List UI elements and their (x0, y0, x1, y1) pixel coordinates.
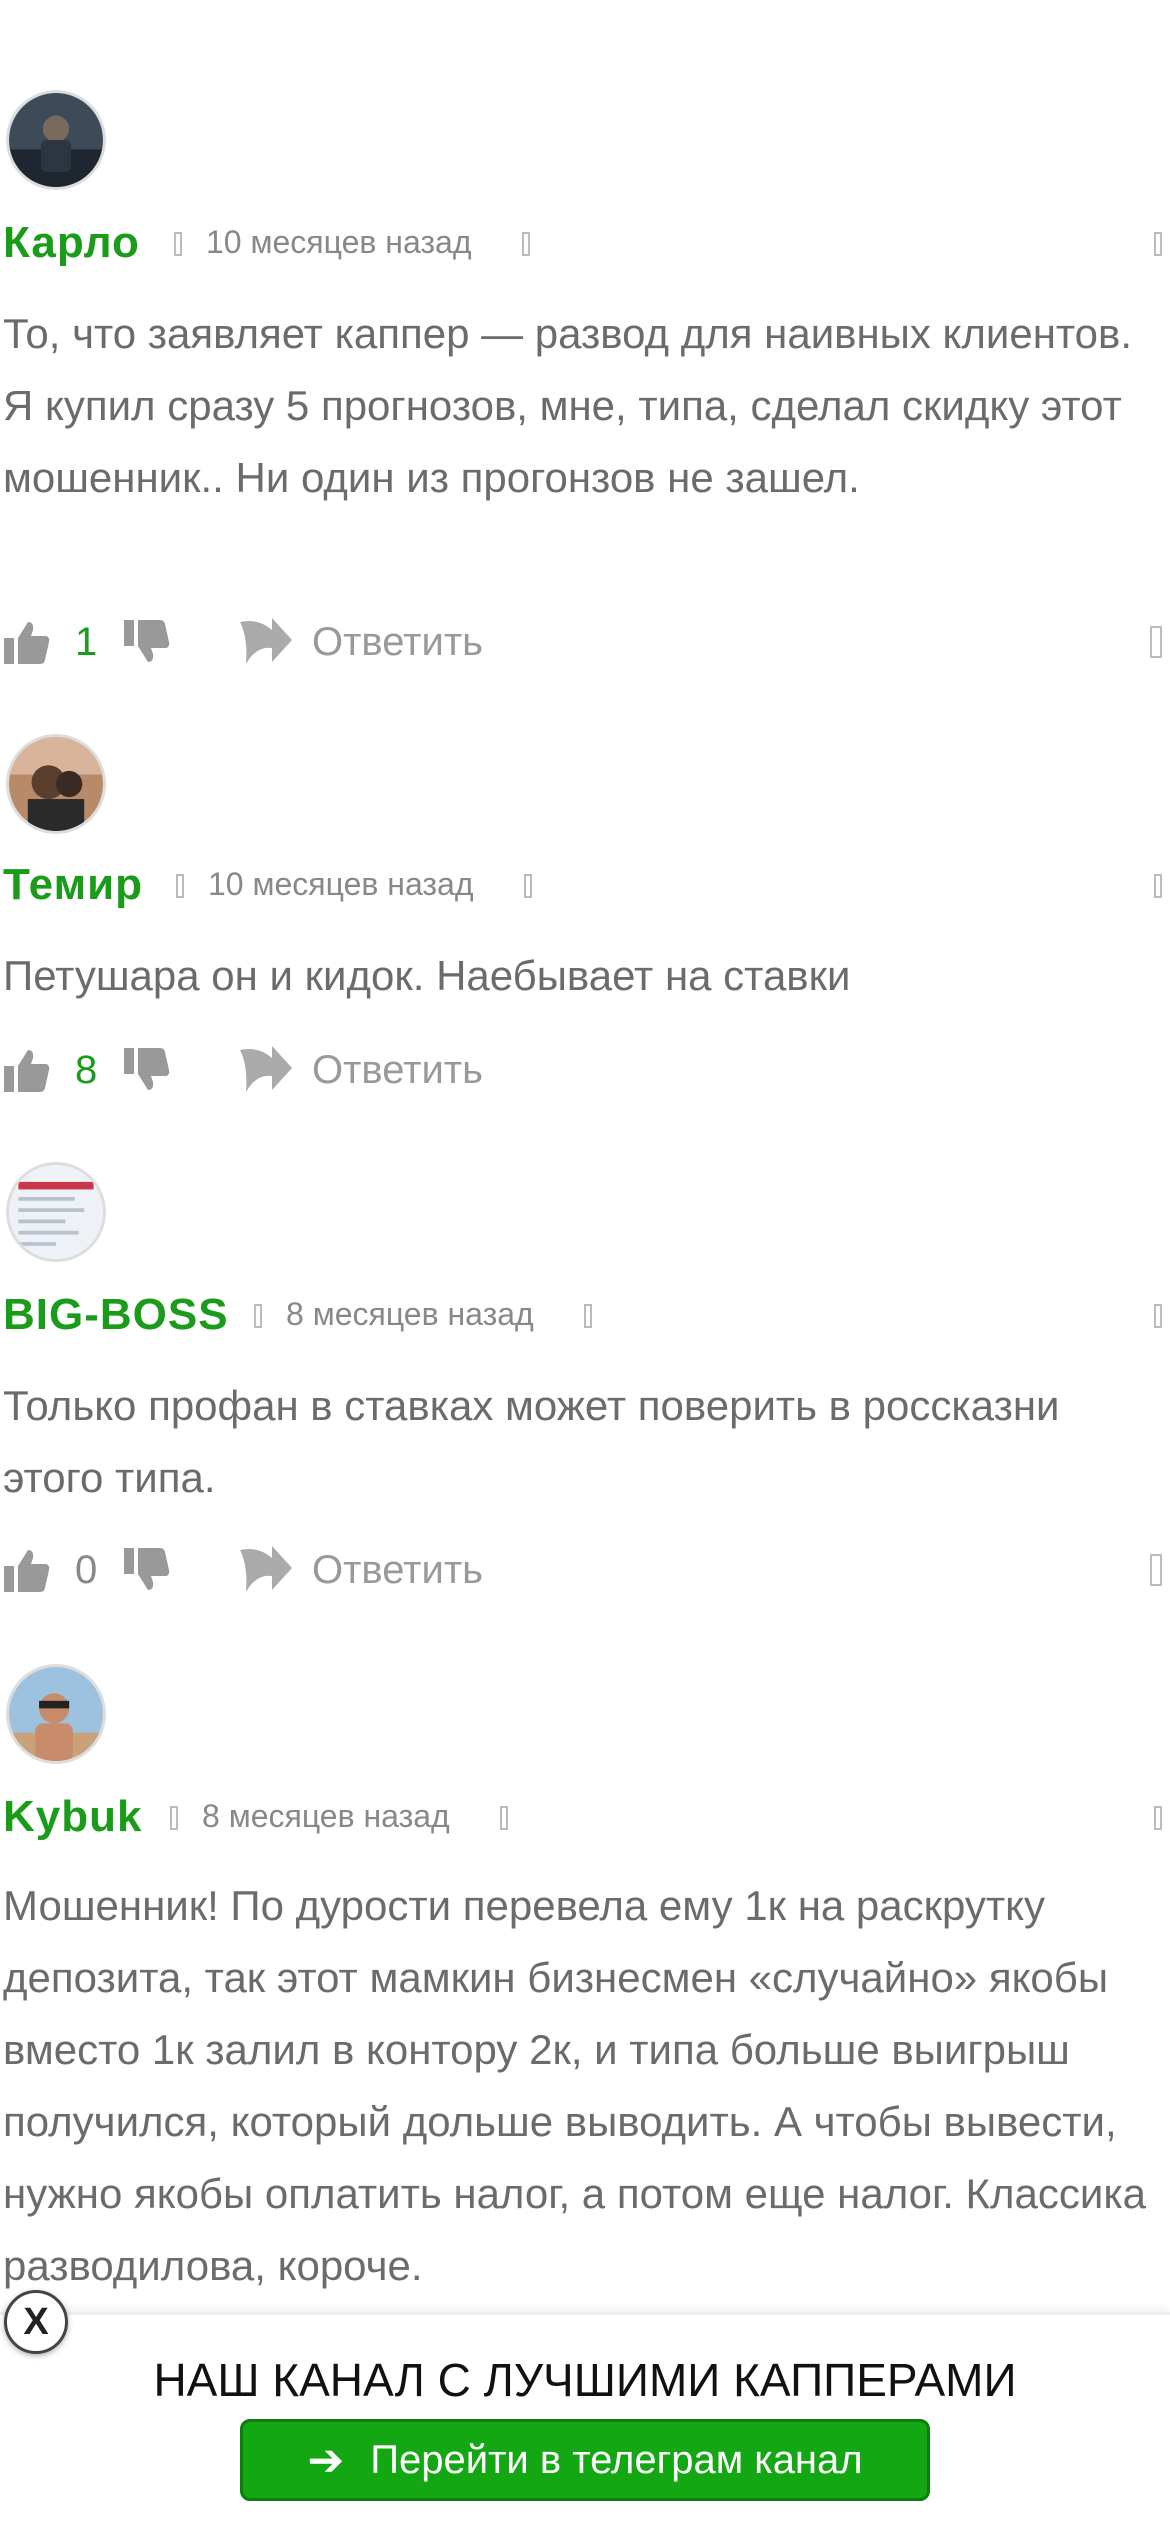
vote-count: 1 (75, 620, 98, 664)
comment-text: То, что заявляет каппер — развод для наи… (3, 310, 1132, 501)
reply-icon[interactable] (238, 1044, 292, 1094)
thumbs-down-icon[interactable] (124, 1548, 170, 1592)
telegram-button-label: Перейти в телеграм канал (370, 2437, 863, 2482)
comment-menu-icon[interactable] (1154, 232, 1162, 256)
reply-icon[interactable] (238, 1544, 292, 1594)
comment-text: Только профан в ставках может поверить в… (3, 1382, 1060, 1501)
vote-count: 0 (75, 1548, 98, 1592)
comment-actions: 0 Ответить (0, 1540, 1170, 1600)
reply-icon[interactable] (238, 616, 292, 666)
thumbs-down-icon[interactable] (124, 620, 170, 664)
comment-text: Мошенник! По дурости перевела ему 1к на … (3, 1882, 1147, 2289)
thumbs-down-icon[interactable] (124, 1048, 170, 1092)
collapse-icon[interactable] (1150, 626, 1162, 658)
vote-count: 8 (75, 1048, 98, 1092)
reply-button[interactable]: Ответить (312, 1042, 483, 1098)
comment-actions: 1 Ответить (0, 612, 1170, 672)
close-banner-button[interactable]: X (4, 2290, 68, 2354)
link-icon[interactable] (522, 232, 530, 256)
thumbs-up-icon[interactable] (4, 1548, 50, 1592)
comment-text: Петушара он и кидок. Наебывает на ставки (3, 952, 851, 999)
comment-time[interactable]: 8 месяцев назад (202, 1798, 450, 1835)
collapse-icon[interactable] (1150, 1554, 1162, 1586)
reply-button[interactable]: Ответить (312, 1542, 483, 1598)
comment-author[interactable]: Kybuk (3, 1792, 142, 1842)
reply-button[interactable]: Ответить (312, 614, 483, 670)
comment-time[interactable]: 10 месяцев назад (208, 866, 474, 903)
comment-author[interactable]: BIG-BOSS (3, 1290, 229, 1340)
link-icon[interactable] (500, 1806, 508, 1830)
link-icon[interactable] (524, 874, 532, 898)
clock-icon (176, 874, 184, 898)
comment-author[interactable]: Темир (3, 860, 143, 910)
avatar[interactable] (6, 1162, 106, 1262)
comment-menu-icon[interactable] (1154, 874, 1162, 898)
link-icon[interactable] (584, 1304, 592, 1328)
thumbs-up-icon[interactable] (4, 1048, 50, 1092)
avatar[interactable] (6, 1664, 106, 1764)
comment-time[interactable]: 10 месяцев назад (206, 224, 472, 261)
arrow-right-icon: ➔ (307, 2435, 345, 2485)
thumbs-up-icon[interactable] (4, 620, 50, 664)
telegram-channel-button[interactable]: ➔ Перейти в телеграм канал (240, 2419, 930, 2501)
comment-author[interactable]: Карло (3, 218, 140, 268)
banner-title: НАШ КАНАЛ С ЛУЧШИМИ КАППЕРАМИ (153, 2354, 1017, 2406)
comment-actions: 8 Ответить (0, 1040, 1170, 1100)
clock-icon (174, 232, 182, 256)
comment-time[interactable]: 8 месяцев назад (286, 1296, 534, 1333)
telegram-banner: НАШ КАНАЛ С ЛУЧШИМИ КАППЕРАМИ ➔ Перейти … (0, 2312, 1170, 2535)
comment-menu-icon[interactable] (1154, 1806, 1162, 1830)
clock-icon (254, 1304, 262, 1328)
avatar[interactable] (6, 734, 106, 834)
comment-menu-icon[interactable] (1154, 1304, 1162, 1328)
avatar[interactable] (6, 90, 106, 190)
clock-icon (170, 1806, 178, 1830)
